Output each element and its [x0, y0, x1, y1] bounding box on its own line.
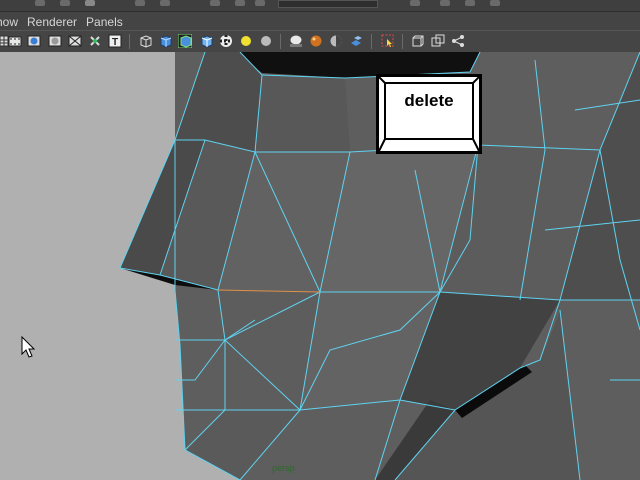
panel-toolbar: T: [0, 30, 640, 53]
frame-all-icon[interactable]: [431, 34, 445, 48]
mouse-cursor-icon: [21, 336, 35, 358]
top-strip: [0, 0, 640, 11]
safe-area-icon[interactable]: [48, 34, 62, 48]
text-icon[interactable]: T: [108, 34, 122, 48]
menu-show[interactable]: how: [0, 15, 27, 29]
backface-icon[interactable]: [329, 34, 343, 48]
isolate-select-icon[interactable]: [349, 34, 363, 48]
xray-icon[interactable]: [88, 34, 102, 48]
key-face: [379, 77, 479, 151]
textured-icon[interactable]: [199, 34, 213, 48]
frame-icon[interactable]: [411, 34, 425, 48]
panel-menu-bar: how Renderer Panels: [0, 11, 640, 31]
checker-icon[interactable]: [219, 34, 233, 48]
delete-key-label: delete: [404, 91, 454, 110]
wireframe-on-shaded-icon[interactable]: [178, 34, 192, 48]
camera-label: persp: [272, 463, 295, 473]
shadows-icon[interactable]: [259, 34, 273, 48]
resolution-gate-icon[interactable]: [27, 34, 41, 48]
share-icon[interactable]: [451, 34, 465, 48]
select-cage-icon[interactable]: [381, 34, 395, 48]
smooth-shade-icon[interactable]: [158, 34, 172, 48]
svg-text:T: T: [112, 37, 118, 48]
wireframe-cube-icon[interactable]: [138, 34, 152, 48]
camera-attr-icon[interactable]: [68, 34, 82, 48]
delete-key-callout: delete: [376, 74, 482, 154]
persp-viewport[interactable]: persp: [0, 52, 640, 480]
xray-joints-icon[interactable]: [309, 34, 323, 48]
use-lights-icon[interactable]: [239, 34, 253, 48]
default-material-icon[interactable]: [289, 34, 303, 48]
head-mesh: [119, 52, 640, 480]
menu-panels[interactable]: Panels: [86, 15, 132, 29]
key-bevel: [379, 77, 479, 151]
menu-renderer[interactable]: Renderer: [27, 15, 86, 29]
film-gate-icon[interactable]: [8, 34, 22, 48]
